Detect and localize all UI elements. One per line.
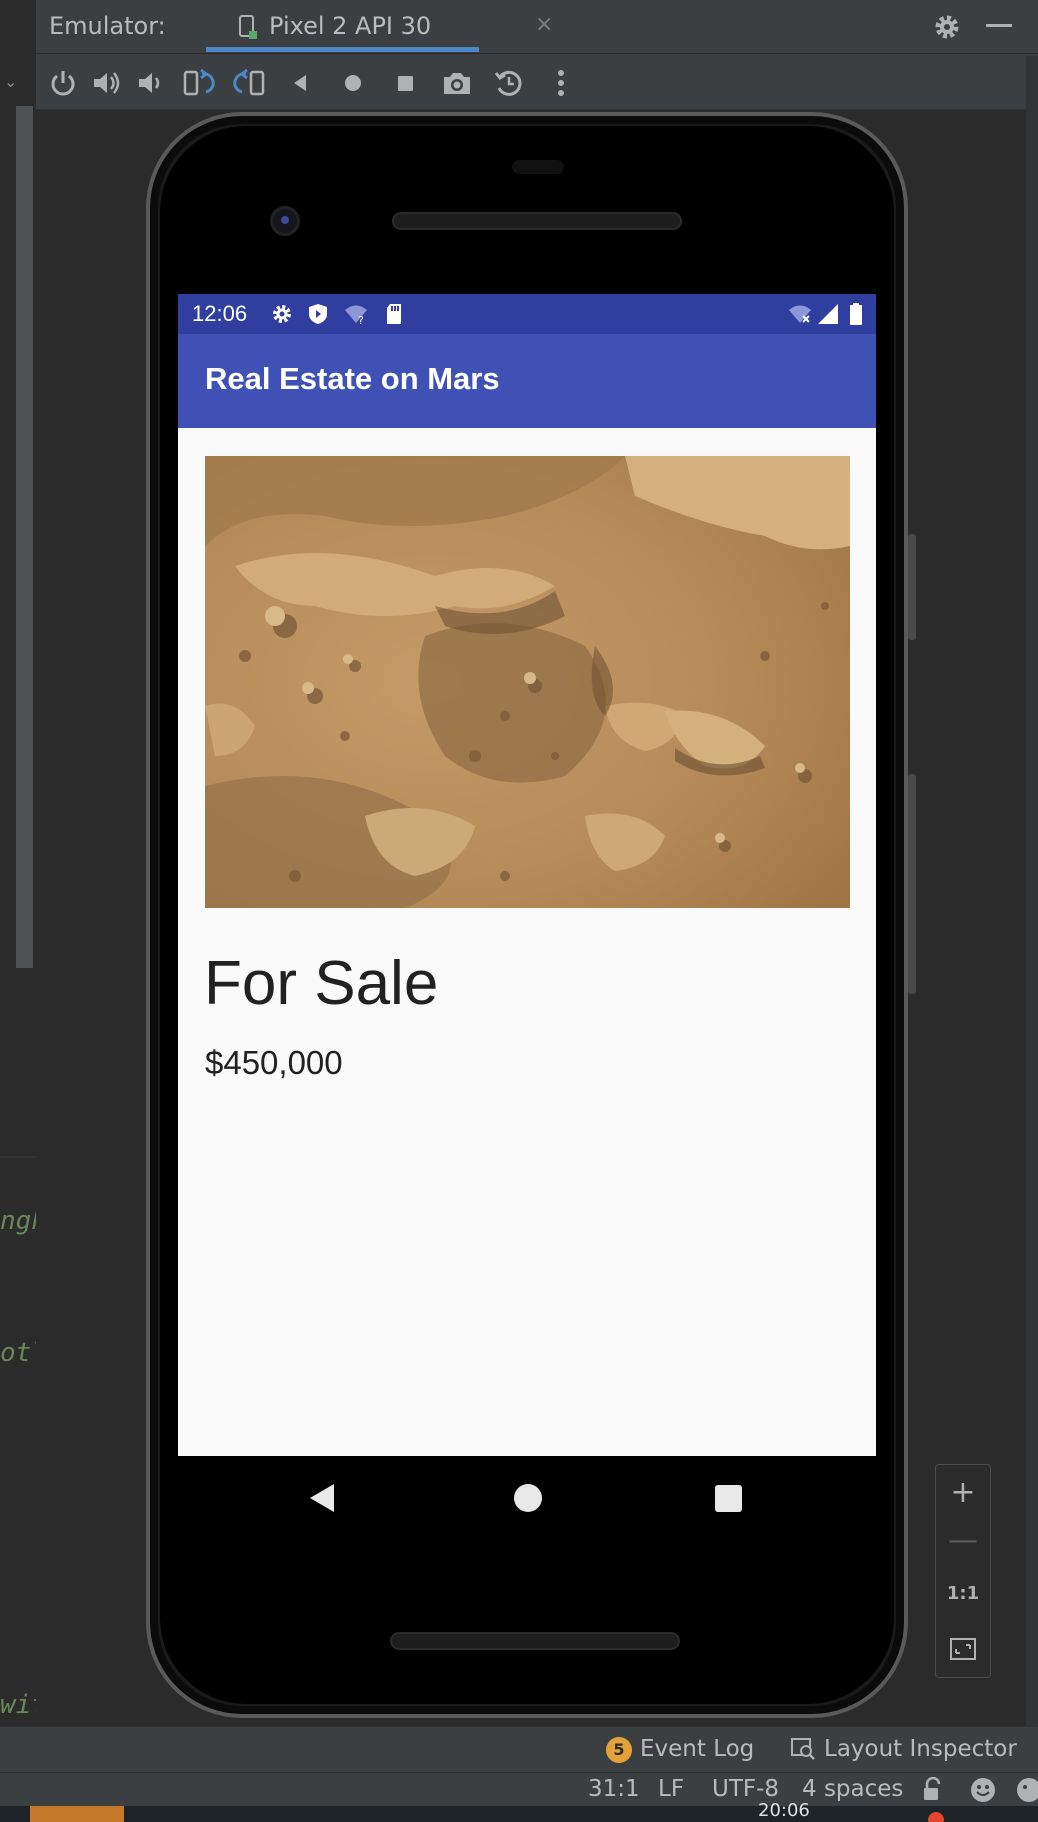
tab-label: Pixel 2 API 30 [269, 12, 432, 40]
smiley-icon-partial[interactable] [1016, 1777, 1038, 1803]
back-icon[interactable] [284, 66, 318, 100]
os-taskbar: 20:06 [0, 1800, 1038, 1822]
emulator-toolbar [36, 56, 1038, 110]
tool-window-bar: 5 Event Log Layout Inspector [0, 1726, 1038, 1772]
editor-divider [0, 1156, 36, 1158]
layout-inspector-icon [791, 1738, 815, 1760]
home-icon[interactable] [336, 66, 370, 100]
volume-up-icon[interactable] [89, 66, 123, 100]
ide-status-bar: 31:1 LF UTF-8 4 spaces [0, 1772, 1038, 1806]
layout-inspector-button[interactable]: Layout Inspector [824, 1736, 1017, 1762]
zoom-in-button[interactable]: + [936, 1475, 990, 1510]
notification-dot [928, 1812, 944, 1822]
listing-price: $450,000 [205, 1044, 343, 1081]
taskbar-clock: 20:06 [758, 1800, 810, 1821]
device-screen[interactable]: 12:06 ? Real Estate on Mars For Sale $45… [178, 294, 876, 1456]
emulator-title: Emulator: [49, 12, 166, 40]
file-encoding[interactable]: UTF-8 [712, 1776, 779, 1802]
nav-home-icon[interactable] [514, 1484, 542, 1512]
app-title: Real Estate on Mars [205, 361, 500, 396]
android-nav-bar [178, 1456, 876, 1540]
smiley-icon[interactable] [970, 1777, 996, 1803]
minimize-icon[interactable] [986, 24, 1012, 27]
fit-screen-icon [950, 1638, 976, 1660]
signal-icon [818, 304, 838, 324]
active-tab-indicator [206, 47, 479, 52]
more-icon[interactable] [544, 66, 578, 100]
caret-position[interactable]: 31:1 [588, 1776, 640, 1802]
editor-gutter-strip: ⌄ ngh otl wit [0, 0, 47, 1822]
snapshot-icon[interactable] [492, 66, 526, 100]
overview-icon[interactable] [388, 66, 422, 100]
svg-text:?: ? [358, 314, 364, 326]
earpiece-speaker [392, 212, 682, 230]
taskbar-app-button[interactable] [30, 1806, 124, 1822]
power-icon[interactable] [46, 66, 80, 100]
rotate-left-icon[interactable] [182, 66, 216, 100]
right-tool-strip [1026, 56, 1038, 1726]
android-status-bar: 12:06 ? [178, 294, 876, 334]
wifi-off-icon [789, 305, 811, 323]
close-icon[interactable]: × [535, 12, 553, 37]
shield-icon [309, 304, 327, 324]
settings-icon [273, 305, 291, 323]
event-log-button[interactable]: Event Log [640, 1736, 754, 1762]
rotate-right-icon[interactable] [232, 66, 266, 100]
android-studio-emulator-window: ⌄ ngh otl wit Emulator: Pixel 2 API 30 × [0, 0, 1038, 1822]
actual-size-button[interactable]: 1:1 [936, 1583, 990, 1604]
mars-terrain-image[interactable] [205, 456, 850, 908]
event-log-count-badge: 5 [606, 1737, 632, 1763]
unlock-icon[interactable] [920, 1777, 946, 1803]
line-separator[interactable]: LF [658, 1776, 684, 1802]
volume-down-icon[interactable] [132, 66, 166, 100]
battery-icon [850, 303, 862, 325]
device-power-button[interactable] [908, 534, 916, 640]
zoom-out-button[interactable]: — [936, 1523, 990, 1558]
chevron-down-icon[interactable]: ⌄ [4, 72, 17, 91]
editor-scrollbar[interactable] [16, 106, 33, 968]
fit-screen-button[interactable] [936, 1637, 990, 1665]
front-camera [270, 206, 300, 236]
bottom-speaker [390, 1632, 680, 1650]
indent-setting[interactable]: 4 spaces [802, 1776, 903, 1802]
zoom-controls: + — 1:1 [935, 1464, 991, 1678]
sd-card-icon [387, 304, 401, 324]
tab-device[interactable]: Pixel 2 API 30 × [171, 0, 553, 54]
gear-icon[interactable] [932, 12, 962, 42]
nav-recents-icon[interactable] [715, 1485, 742, 1512]
device-icon [239, 15, 257, 39]
emulator-header: Emulator: Pixel 2 API 30 × [36, 0, 1038, 54]
nav-back-icon[interactable] [310, 1484, 334, 1512]
listing-type: For Sale [204, 949, 439, 1018]
device-volume-button[interactable] [908, 774, 916, 994]
app-toolbar: Real Estate on Mars [178, 334, 876, 428]
camera-icon[interactable] [440, 66, 474, 100]
proximity-sensor [512, 160, 564, 174]
status-time: 12:06 [192, 301, 248, 326]
wifi-question-icon: ? [345, 305, 367, 326]
